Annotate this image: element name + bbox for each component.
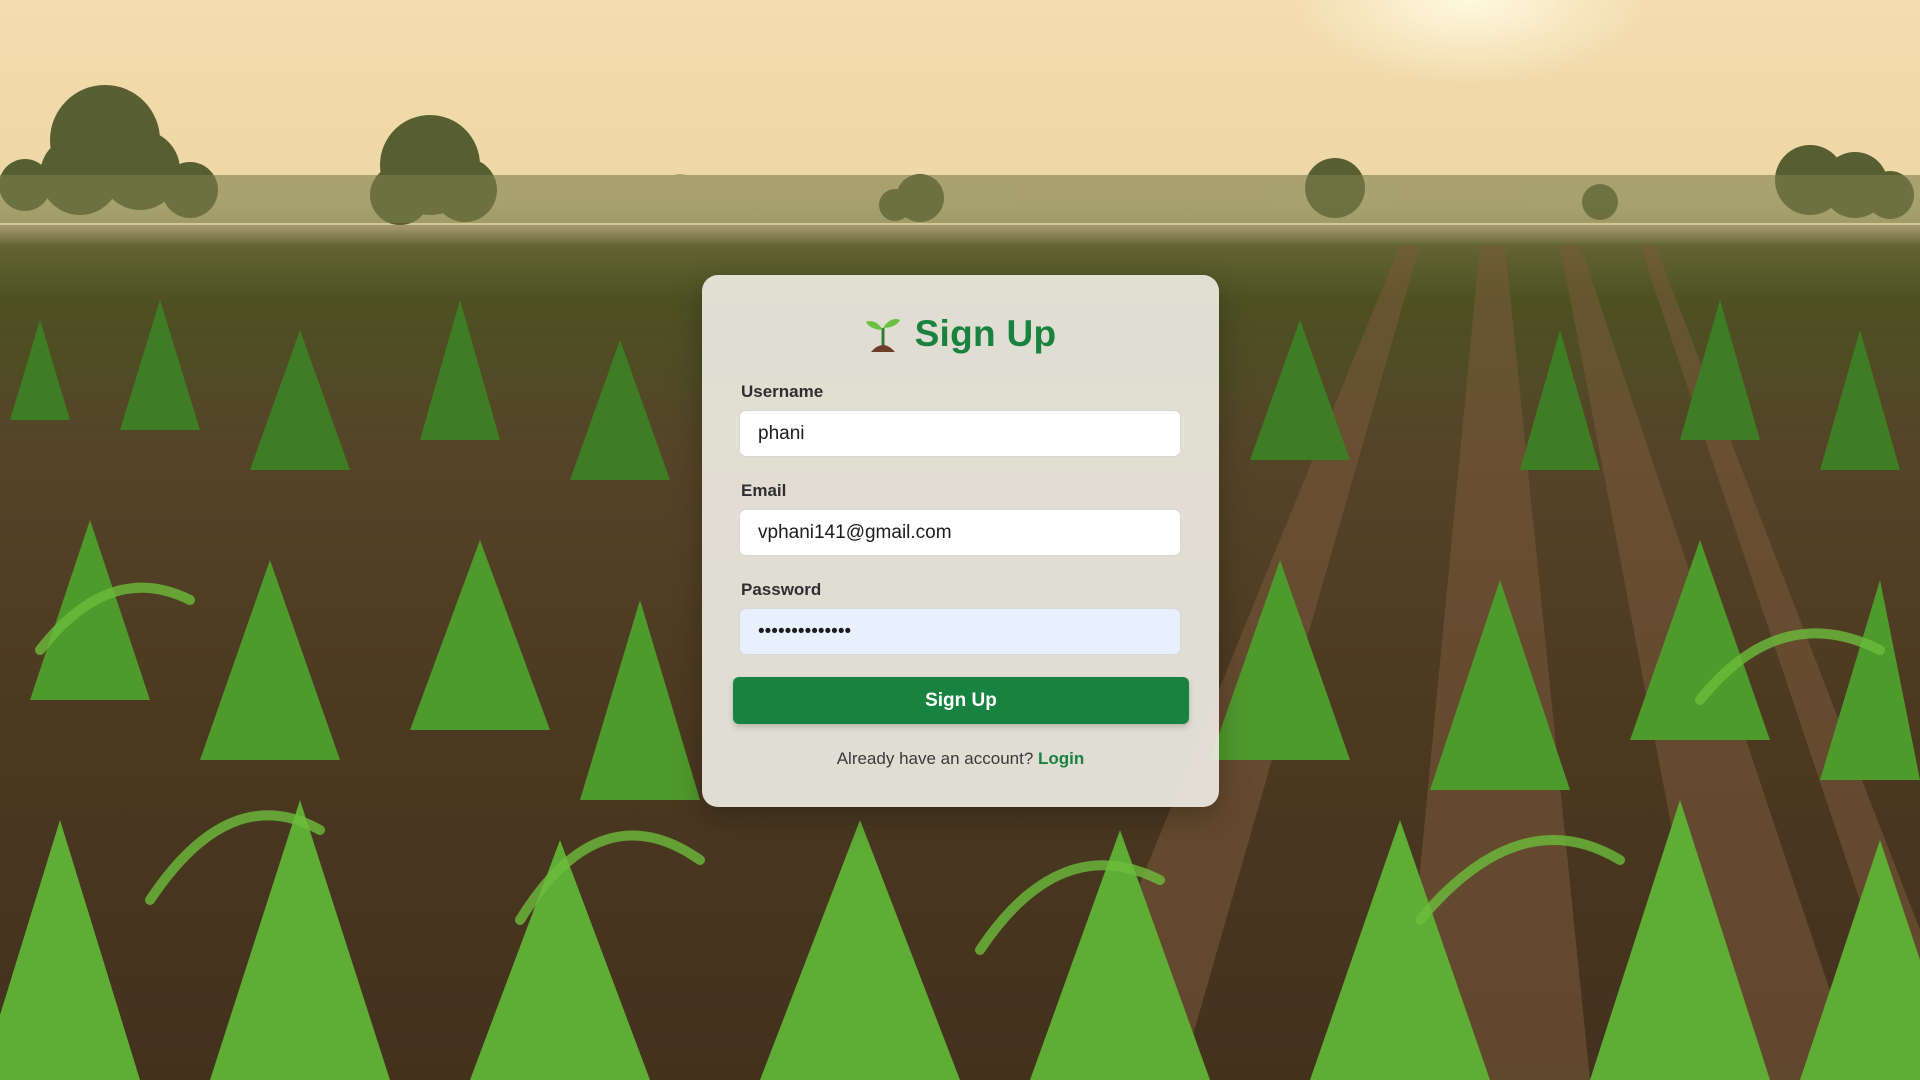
- login-prompt-text: Already have an account?: [836, 749, 1034, 768]
- password-input[interactable]: [739, 608, 1181, 655]
- signup-card: Sign Up Username Email Password Sign Up …: [702, 275, 1219, 807]
- password-label: Password: [741, 580, 822, 599]
- title-row: Sign Up: [739, 311, 1182, 357]
- login-prompt: Already have an account? Login: [739, 749, 1182, 769]
- signup-button[interactable]: Sign Up: [733, 677, 1189, 724]
- username-input[interactable]: [739, 410, 1181, 457]
- page-title: Sign Up: [914, 313, 1057, 354]
- username-field-group: Username: [739, 382, 1182, 457]
- email-label: Email: [741, 481, 787, 500]
- login-link[interactable]: Login: [1038, 749, 1084, 768]
- email-input[interactable]: [739, 509, 1181, 556]
- seedling-icon: [865, 314, 901, 354]
- username-label: Username: [741, 382, 824, 401]
- password-field-group: Password: [739, 580, 1182, 655]
- email-field-group: Email: [739, 481, 1182, 556]
